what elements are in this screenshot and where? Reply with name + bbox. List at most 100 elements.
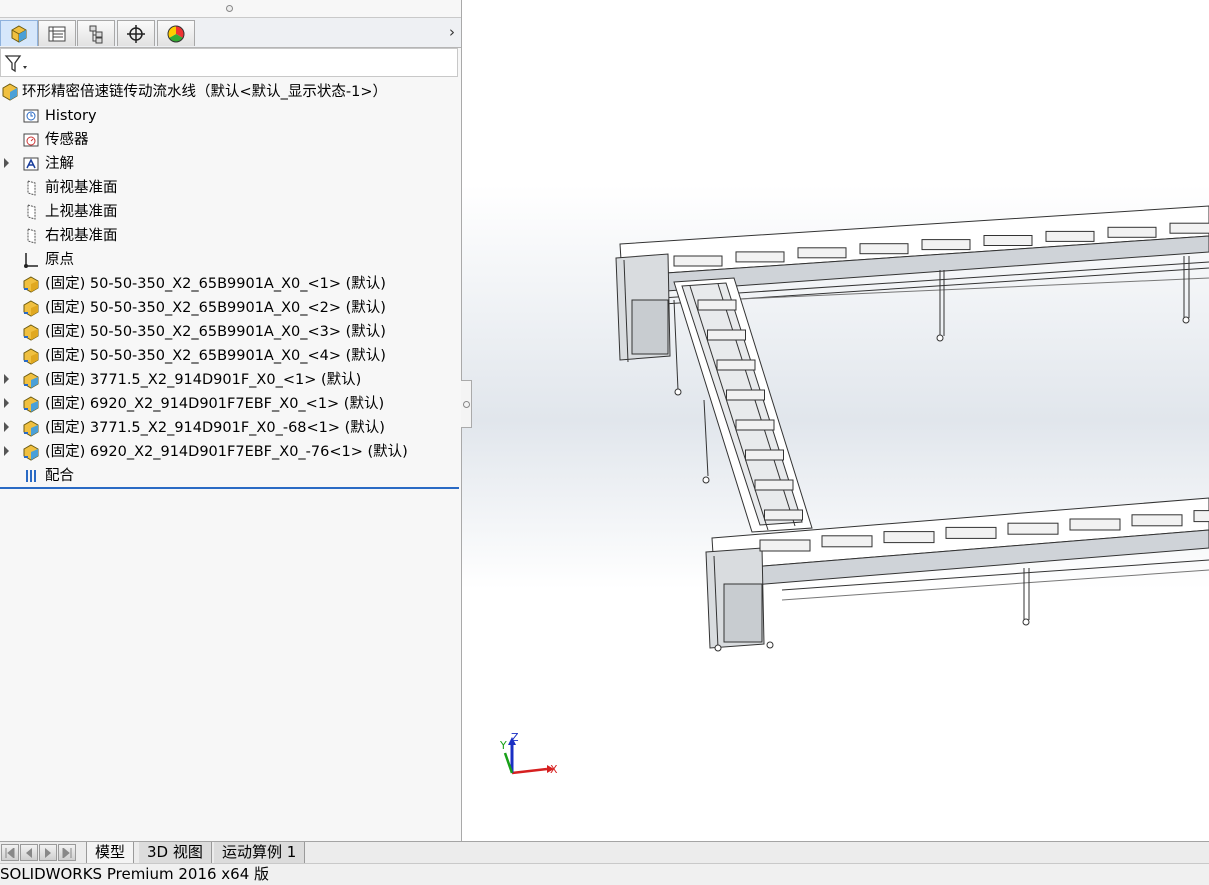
- prev-tab-button[interactable]: [20, 844, 38, 861]
- plane-icon: [27, 228, 36, 244]
- tree-item[interactable]: 配合: [0, 464, 461, 488]
- tab-dimxpert[interactable]: [117, 20, 155, 46]
- tree-item-label: (固定) 50-50-350_X2_65B9901A_X0_<4> (默认): [45, 348, 386, 364]
- part-icon: [23, 324, 39, 341]
- subassembly-icon: [23, 420, 39, 437]
- sensor-icon: [23, 133, 39, 147]
- tree-item[interactable]: 上视基准面: [0, 200, 461, 224]
- first-tab-button[interactable]: [1, 844, 19, 861]
- conveyor-pallet: [716, 359, 756, 371]
- tab-configurationmanager[interactable]: [77, 20, 115, 46]
- conveyor-pallet: [883, 531, 935, 544]
- displaymanager-icon: [167, 25, 185, 42]
- status-text: SOLIDWORKS Premium 2016 x64 版: [0, 865, 270, 883]
- tree-item[interactable]: 注解: [0, 152, 461, 176]
- dimxpert-icon: [127, 24, 145, 43]
- conveyor-pallet: [1007, 522, 1059, 535]
- tab-model[interactable]: 模型: [86, 842, 135, 863]
- tree-item[interactable]: (固定) 50-50-350_X2_65B9901A_X0_<1> (默认): [0, 272, 461, 296]
- tab-motion-study[interactable]: 运动算例 1: [214, 842, 306, 863]
- conveyor-pallet: [945, 526, 997, 539]
- featuremanager-icon: [11, 24, 27, 43]
- conveyor-pallet: [707, 329, 746, 341]
- conveyor-pallet: [697, 299, 737, 311]
- tree-item[interactable]: (固定) 50-50-350_X2_65B9901A_X0_<4> (默认): [0, 344, 461, 368]
- tab-displaymanager[interactable]: [157, 20, 195, 46]
- conveyor-pallet: [1107, 226, 1157, 238]
- last-tab-button[interactable]: [58, 844, 76, 861]
- tab-featuremanager[interactable]: [0, 20, 38, 46]
- tree-item[interactable]: 传感器: [0, 128, 461, 152]
- expand-arrow-icon[interactable]: [4, 374, 9, 384]
- conveyor-pallet: [673, 255, 723, 267]
- tree-item[interactable]: (固定) 3771.5_X2_914D901F_X0_-68<1> (默认): [0, 416, 461, 440]
- annotation-icon: [23, 157, 39, 171]
- part-icon: [23, 300, 39, 317]
- tree-item[interactable]: (固定) 6920_X2_914D901F7EBF_X0_-76<1> (默认): [0, 440, 461, 464]
- conveyor-pallet: [764, 509, 803, 521]
- conveyor-pallet: [797, 247, 847, 259]
- tree-root-assembly[interactable]: 环形精密倍速链传动流水线（默认<默认_显示状态-1>）: [0, 80, 461, 104]
- panel-resize-grip[interactable]: [226, 5, 233, 12]
- conveyor-pallet: [859, 243, 909, 255]
- tree-item-label: 原点: [45, 252, 74, 268]
- chevron-right-icon[interactable]: ›: [449, 23, 455, 41]
- mates-icon: [26, 470, 36, 482]
- status-bar: SOLIDWORKS Premium 2016 x64 版: [0, 863, 1209, 885]
- conveyor-pallet: [1169, 222, 1209, 234]
- filter-icon[interactable]: [4, 54, 28, 74]
- conveyor-pallet: [1069, 518, 1121, 531]
- expand-arrow-icon[interactable]: [4, 446, 9, 456]
- tab-3d-view[interactable]: 3D 视图: [139, 842, 212, 863]
- subassembly-icon: [23, 444, 39, 461]
- tree-item-label: 注解: [45, 156, 74, 172]
- expand-arrow-icon[interactable]: [4, 158, 9, 168]
- tree-item[interactable]: (固定) 50-50-350_X2_65B9901A_X0_<3> (默认): [0, 320, 461, 344]
- conveyor-pallet: [921, 239, 971, 251]
- tree-rollback-bar[interactable]: [0, 487, 459, 489]
- tree-item[interactable]: (固定) 3771.5_X2_914D901F_X0_<1> (默认): [0, 368, 461, 392]
- feature-manager-panel: › 环形精密倍速链传动流水线（默认<默认_显示状态-1>） History 传感器…: [0, 0, 461, 841]
- tree-item[interactable]: (固定) 6920_X2_914D901F7EBF_X0_<1> (默认): [0, 392, 461, 416]
- conveyor-pallet: [726, 389, 765, 401]
- conveyor-pallet: [745, 449, 784, 461]
- conveyor-pallet: [821, 535, 873, 548]
- tree-item[interactable]: History: [0, 104, 461, 128]
- expand-arrow-icon[interactable]: [4, 422, 9, 432]
- conveyor-pallet: [735, 251, 785, 263]
- tree-item[interactable]: 前视基准面: [0, 176, 461, 200]
- tree-item-label: (固定) 3771.5_X2_914D901F_X0_<1> (默认): [45, 372, 362, 388]
- plane-icon: [27, 204, 36, 220]
- conveyor-pallet: [735, 419, 775, 431]
- triad-z-label: Z: [511, 731, 519, 744]
- tree-root-label: 环形精密倍速链传动流水线（默认<默认_显示状态-1>）: [22, 84, 388, 100]
- next-tab-button[interactable]: [39, 844, 57, 861]
- expand-arrow-icon[interactable]: [4, 398, 9, 408]
- conveyor-pallet: [759, 539, 811, 552]
- tree-item-label: 前视基准面: [45, 180, 118, 196]
- tree-item[interactable]: 原点: [0, 248, 461, 272]
- tree-item-label: (固定) 50-50-350_X2_65B9901A_X0_<3> (默认): [45, 324, 386, 340]
- tree-item-label: (固定) 50-50-350_X2_65B9901A_X0_<2> (默认): [45, 300, 386, 316]
- origin-icon: [24, 253, 38, 268]
- conveyor-pallet: [1045, 230, 1095, 242]
- tree-item[interactable]: 右视基准面: [0, 224, 461, 248]
- configurationmanager-icon: [89, 25, 103, 43]
- part-icon: [23, 276, 39, 293]
- part-icon: [23, 348, 39, 365]
- graphics-viewport[interactable]: X Y Z: [462, 0, 1209, 841]
- tree-item-label: (固定) 6920_X2_914D901F7EBF_X0_-76<1> (默认): [45, 444, 408, 460]
- tree-item-label: (固定) 6920_X2_914D901F7EBF_X0_<1> (默认): [45, 396, 385, 412]
- subassembly-icon: [23, 372, 39, 389]
- tab-propertymanager[interactable]: [38, 20, 76, 46]
- tree-item-label: History: [45, 108, 97, 124]
- tree-item[interactable]: (固定) 50-50-350_X2_65B9901A_X0_<2> (默认): [0, 296, 461, 320]
- bottom-tab-bar: 模型 3D 视图 运动算例 1: [0, 841, 1209, 864]
- viewport-expand-grip[interactable]: [461, 380, 472, 428]
- tree-filter-bar[interactable]: [0, 48, 458, 77]
- triad-y-label: Y: [499, 739, 507, 752]
- tree-item-label: 上视基准面: [45, 204, 118, 220]
- plane-icon: [27, 180, 36, 196]
- subassembly-icon: [23, 396, 39, 413]
- conveyor-pallet: [1131, 514, 1183, 527]
